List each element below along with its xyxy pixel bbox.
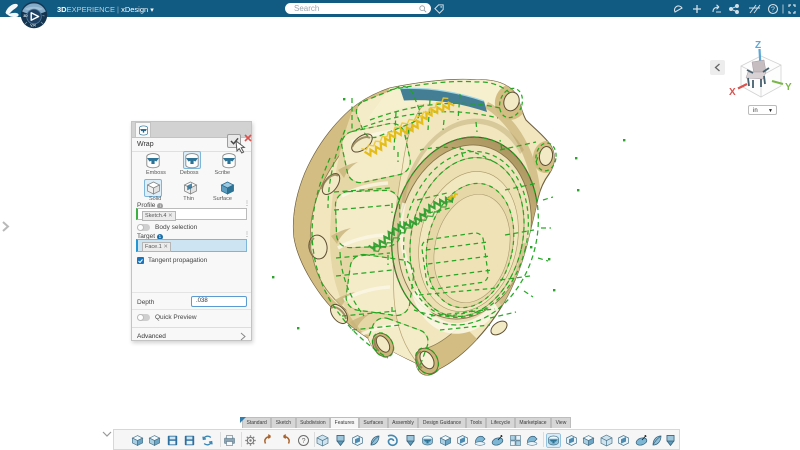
svg-text:Y: Y [785, 82, 792, 93]
svg-text:?: ? [771, 7, 775, 14]
svg-text:?: ? [301, 438, 305, 445]
svg-text:X: X [729, 87, 736, 98]
svg-text:V.R: V.R [30, 24, 36, 28]
svg-text:Z: Z [755, 40, 761, 51]
svg-text:3D: 3D [23, 14, 28, 18]
